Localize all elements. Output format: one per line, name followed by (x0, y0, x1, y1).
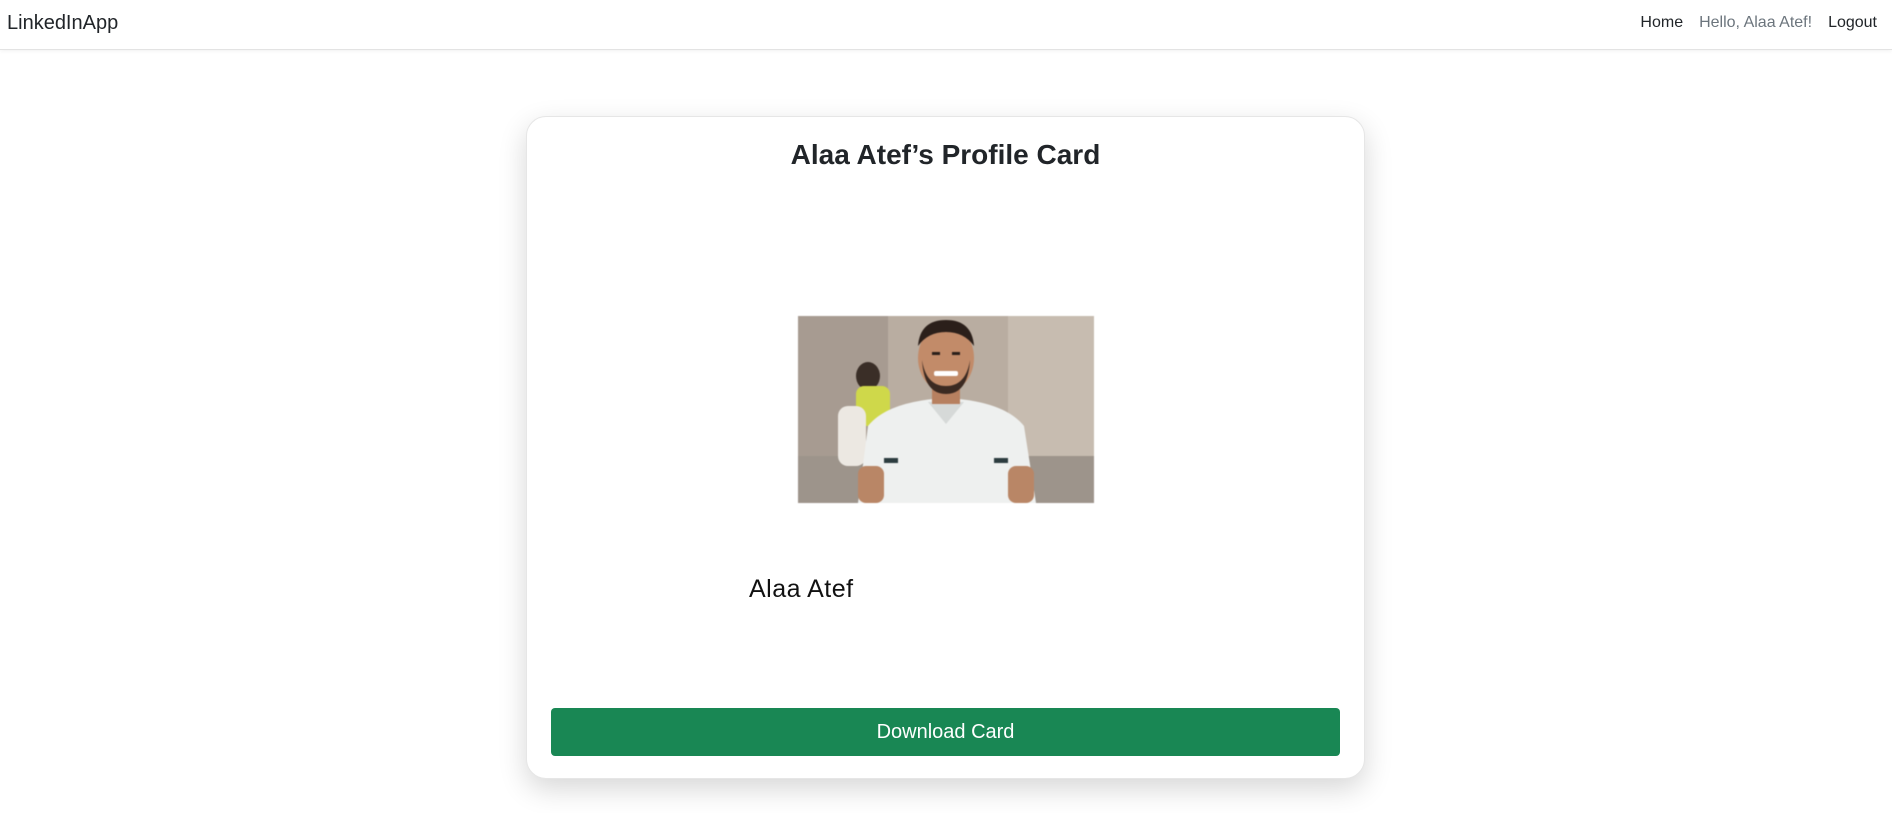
profile-name: Alaa Atef (749, 575, 854, 603)
person-arm-left (858, 466, 884, 503)
person-smile (934, 371, 958, 376)
download-card-button[interactable]: Download Card (551, 708, 1340, 756)
person-eye-right (952, 352, 960, 355)
profile-photo (798, 316, 1094, 503)
card-title: Alaa Atef’s Profile Card (790, 139, 1101, 170)
nav-home-link[interactable]: Home (1640, 14, 1683, 32)
bg-person-arm (838, 406, 866, 466)
top-navbar: LinkedInApp Home Hello, Alaa Atef! Logou… (0, 0, 1892, 50)
brand-link[interactable]: LinkedInApp (7, 12, 118, 35)
profile-card: Alaa Atef’s Profile Card Alaa Atef Downl… (526, 116, 1365, 779)
bg-person-head (856, 362, 880, 390)
nav-links: Home Hello, Alaa Atef! Logout (1640, 14, 1877, 32)
person-eye-left (932, 352, 940, 355)
sleeve-stripe-right (994, 458, 1008, 463)
logout-link[interactable]: Logout (1828, 14, 1877, 32)
sleeve-stripe-left (884, 458, 898, 463)
person-arm-right (1008, 466, 1034, 503)
user-greeting: Hello, Alaa Atef! (1699, 14, 1813, 31)
